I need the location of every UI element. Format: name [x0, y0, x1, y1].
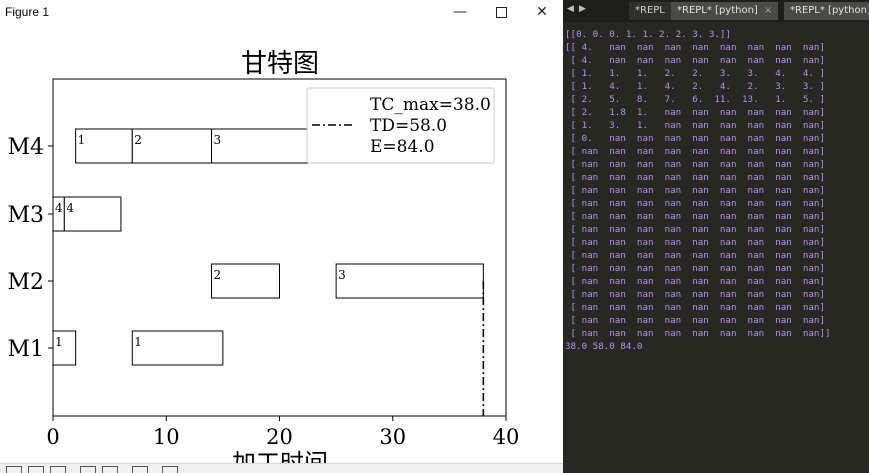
tab-bar: ◀ ▶ *REPL *REPL* [python] × *REPL* [pytho…	[563, 0, 869, 22]
tab-label: *REPL* [python]	[790, 5, 869, 16]
x-tick-label: 20	[266, 425, 293, 449]
configure-icon[interactable]	[132, 466, 148, 473]
task-label: 3	[214, 133, 222, 147]
figure-toolbar	[0, 463, 563, 473]
y-tick-label: M3	[7, 203, 44, 228]
task-label: 2	[134, 133, 142, 147]
legend-entry-e: E=84.0	[370, 137, 435, 157]
chart-title: 甘特图	[241, 49, 319, 79]
tab-label: *REPL	[635, 5, 665, 16]
legend-entry-td: TD=58.0	[370, 116, 447, 136]
pan-icon[interactable]	[80, 466, 96, 473]
legend: TC_max=38.0 TD=58.0 E=84.0	[306, 87, 495, 164]
x-tick-label: 40	[493, 425, 520, 449]
y-tick-label: M2	[7, 270, 44, 295]
x-tick-label: 0	[46, 425, 59, 449]
y-tick-label: M1	[7, 337, 44, 362]
x-tick-label: 10	[153, 425, 180, 449]
task-bar	[131, 128, 213, 164]
tab-left-arrow-icon[interactable]: ◀	[567, 4, 574, 14]
tab-repl-3[interactable]: *REPL* [python]	[784, 2, 869, 20]
figure-titlebar: Figure 1 — ✕	[0, 0, 563, 26]
save-icon[interactable]	[162, 466, 178, 473]
maximize-button[interactable]	[481, 0, 521, 24]
figure-window: Figure 1 — ✕ 甘特图 1 1 2 3 44 1 2 3 0 10 20 30 40 M1 M2…	[0, 0, 563, 473]
close-icon: ✕	[536, 4, 548, 20]
minimize-icon: —	[453, 4, 467, 20]
forward-icon[interactable]	[50, 466, 66, 473]
maximize-icon	[495, 6, 507, 18]
task-label: 4	[55, 201, 63, 215]
task-label: 2	[214, 268, 222, 282]
x-tick-label: 30	[379, 425, 406, 449]
home-icon[interactable]	[6, 466, 22, 473]
back-icon[interactable]	[28, 466, 44, 473]
zoom-icon[interactable]	[102, 466, 118, 473]
tab-label: *REPL* [python]	[677, 5, 758, 16]
task-label: 1	[55, 335, 63, 349]
gantt-chart: 甘特图 1 1 2 3 4 4 1 2 3 0 10 20 30 40 M1 M2 M3 M4 加工时间 TC_…	[7, 49, 520, 463]
task-bar	[211, 263, 280, 299]
legend-entry-tcmax: TC_max=38.0	[370, 95, 491, 115]
tab-close-icon[interactable]: ×	[764, 5, 772, 16]
task-label: 1	[134, 335, 142, 349]
tab-right-arrow-icon[interactable]: ▶	[579, 4, 586, 14]
window-title: Figure 1	[5, 5, 50, 19]
repl-panel: ◀ ▶ *REPL *REPL* [python] × *REPL* [pytho…	[563, 0, 869, 473]
task-label: 4	[66, 201, 74, 215]
minimize-button[interactable]: —	[440, 0, 480, 24]
task-layer: 1 1 2 3 4 4 1 2 3	[52, 128, 484, 366]
repl-output[interactable]: [[0. 0. 0. 1. 1. 2. 2. 3. 3.]] [[ 4. nan…	[565, 28, 831, 353]
close-button[interactable]: ✕	[522, 0, 562, 24]
task-label: 1	[78, 133, 86, 147]
y-tick-label: M4	[7, 135, 44, 160]
tab-repl-2[interactable]: *REPL* [python] ×	[671, 2, 778, 20]
task-bar	[335, 263, 484, 299]
x-axis-label: 加工时间	[232, 449, 328, 463]
task-bar	[131, 330, 224, 366]
task-label: 3	[338, 268, 346, 282]
